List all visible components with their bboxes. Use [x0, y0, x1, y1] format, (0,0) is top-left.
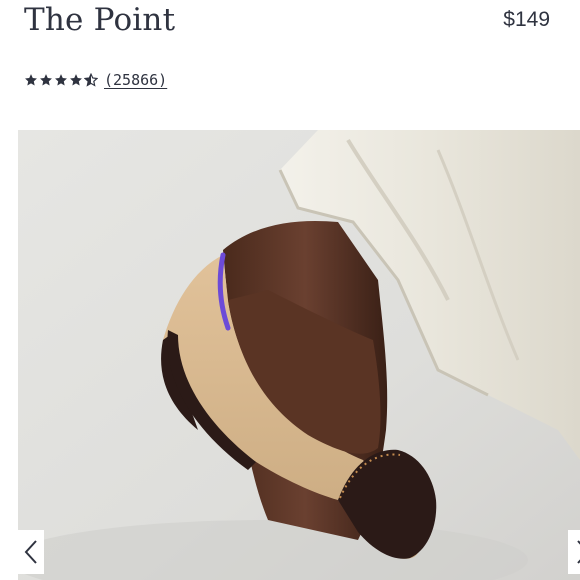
star-icon [70, 74, 82, 86]
carousel-prev-button[interactable] [18, 530, 44, 574]
product-title: The Point [24, 2, 176, 38]
star-icon [55, 74, 67, 86]
carousel-next-button[interactable] [568, 530, 580, 574]
product-rating: (25866) [24, 68, 167, 92]
star-icon [40, 74, 52, 86]
chevron-right-icon [577, 540, 580, 564]
rating-stars [24, 73, 98, 87]
product-image-gallery [18, 130, 580, 580]
review-count-link[interactable]: (25866) [104, 71, 167, 89]
star-half-icon [84, 73, 98, 87]
product-price: $149 [503, 8, 550, 31]
chevron-left-icon [24, 540, 37, 564]
product-image [18, 130, 580, 580]
star-icon [25, 74, 37, 86]
